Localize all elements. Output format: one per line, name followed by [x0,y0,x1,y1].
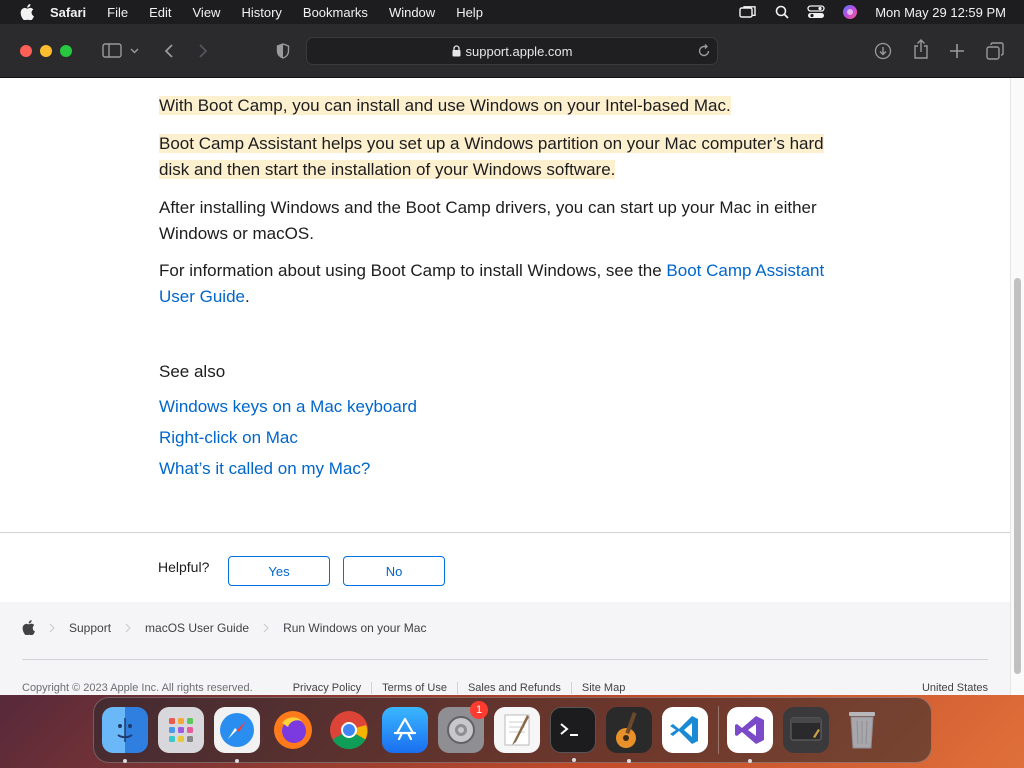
minimize-window-button[interactable] [40,44,52,57]
reload-icon[interactable] [697,44,711,58]
share-icon[interactable] [913,37,929,61]
visual-studio-icon[interactable] [727,707,773,763]
textedit-icon[interactable] [494,707,540,753]
copyright-text: Copyright © 2023 Apple Inc. All rights r… [22,682,253,694]
chevron-down-icon[interactable] [130,39,139,63]
window-controls [20,44,72,57]
menu-help[interactable]: Help [456,5,483,20]
running-indicator [572,758,576,762]
page-content: With Boot Camp, you can install and use … [0,78,1010,695]
dock: 1 [93,697,932,763]
helpful-label: Helpful? [158,559,210,575]
highlighted-text-line1: Boot Camp Assistant helps you set up a W… [159,134,824,153]
chrome-icon[interactable] [326,707,372,753]
control-center-icon[interactable] [807,5,825,19]
breadcrumb-current-page: Run Windows on your Mac [283,620,427,635]
paragraph-intro: With Boot Camp, you can install and use … [159,93,849,119]
apple-home-icon[interactable] [22,620,35,635]
trash-icon[interactable] [839,707,885,753]
spotlight-search-icon[interactable] [773,5,791,19]
helpful-yes-button[interactable]: Yes [228,556,330,586]
paragraph-boot-camp-assistant: Boot Camp Assistant helps you set up a W… [159,131,849,183]
close-window-button[interactable] [20,44,32,57]
lock-icon [452,45,461,57]
privacy-shield-icon[interactable] [276,39,290,63]
paragraph-more-info: For information about using Boot Camp to… [159,258,849,310]
running-indicator [123,759,127,763]
new-tab-icon[interactable] [949,39,965,63]
address-bar[interactable]: support.apple.com [306,37,718,65]
menu-window[interactable]: Window [389,5,435,20]
breadcrumb: Support macOS User Guide Run Windows on … [22,620,426,635]
privacy-policy-link[interactable]: Privacy Policy [283,682,371,694]
period: . [244,287,250,306]
breadcrumb-support[interactable]: Support [69,621,111,635]
menu-history[interactable]: History [241,5,281,20]
running-indicator [235,759,239,763]
chevron-right-icon [125,623,131,633]
chevron-right-icon [49,623,55,633]
highlighted-text-line2: disk and then start the installation of … [159,160,616,179]
paragraph-after-install: After installing Windows and the Boot Ca… [159,195,849,247]
paragraph-text: For information about using Boot Camp to… [159,261,667,280]
menu-edit[interactable]: Edit [149,5,171,20]
paragraph-line2: Windows or macOS. [159,224,314,243]
notification-badge: 1 [470,701,488,719]
safari-icon[interactable] [214,707,260,763]
helpful-no-button[interactable]: No [343,556,445,586]
firefox-icon[interactable] [270,707,316,753]
menu-file[interactable]: File [107,5,128,20]
related-link-whats-it-called[interactable]: What’s it called on my Mac? [159,456,370,482]
forward-icon[interactable] [198,39,208,63]
preview-icon[interactable] [783,707,829,753]
running-indicator [748,759,752,763]
chevron-right-icon [263,623,269,633]
vertical-scrollbar[interactable] [1010,78,1024,695]
footer-divider [22,659,988,660]
zoom-window-button[interactable] [60,44,72,57]
boot-camp-guide-link[interactable]: Boot Camp Assistant [666,261,824,280]
menu-bookmarks[interactable]: Bookmarks [303,5,368,20]
region-link[interactable]: United States [922,682,988,694]
back-icon[interactable] [164,39,174,63]
sales-refunds-link[interactable]: Sales and Refunds [456,682,571,694]
legal-links: Copyright © 2023 Apple Inc. All rights r… [22,682,988,694]
finder-icon[interactable] [102,707,148,763]
menu-app-name[interactable]: Safari [50,5,86,20]
siri-icon[interactable] [841,5,859,19]
tab-overview-icon[interactable] [986,39,1004,63]
sidebar-toggle-icon[interactable] [102,39,122,63]
launchpad-icon[interactable] [158,707,204,753]
scrollbar-thumb[interactable] [1014,278,1021,674]
see-also-heading: See also [159,362,226,381]
screen-mirroring-icon[interactable] [739,5,757,19]
site-map-link[interactable]: Site Map [570,682,635,694]
related-link-right-click[interactable]: Right-click on Mac [159,425,298,451]
menu-bar: Safari File Edit View History Bookmarks … [0,0,1024,24]
address-url: support.apple.com [465,43,573,59]
garageband-icon[interactable] [606,707,652,763]
terminal-icon[interactable] [550,707,596,762]
related-link-windows-keys[interactable]: Windows keys on a Mac keyboard [159,394,417,420]
breadcrumb-macos-user-guide[interactable]: macOS User Guide [145,621,249,635]
page-footer: Support macOS User Guide Run Windows on … [0,602,1010,695]
safari-window: support.apple.com With Boot Camp, you ca… [0,24,1024,695]
highlighted-text: With Boot Camp, you can install and use … [159,96,731,115]
menu-clock[interactable]: Mon May 29 12:59 PM [875,5,1006,20]
browser-toolbar: support.apple.com [0,24,1024,78]
app-store-icon[interactable] [382,707,428,753]
menu-view[interactable]: View [193,5,221,20]
system-settings-icon[interactable]: 1 [438,701,488,753]
apple-menu-icon[interactable] [20,4,34,20]
vscode-icon[interactable] [662,707,708,753]
dock-separator [718,706,719,754]
terms-of-use-link[interactable]: Terms of Use [371,682,457,694]
section-divider [0,532,1010,533]
boot-camp-guide-link-cont[interactable]: User Guide [159,287,245,306]
running-indicator [627,759,631,763]
paragraph-line1: After installing Windows and the Boot Ca… [159,198,817,217]
downloads-icon[interactable] [874,39,892,63]
